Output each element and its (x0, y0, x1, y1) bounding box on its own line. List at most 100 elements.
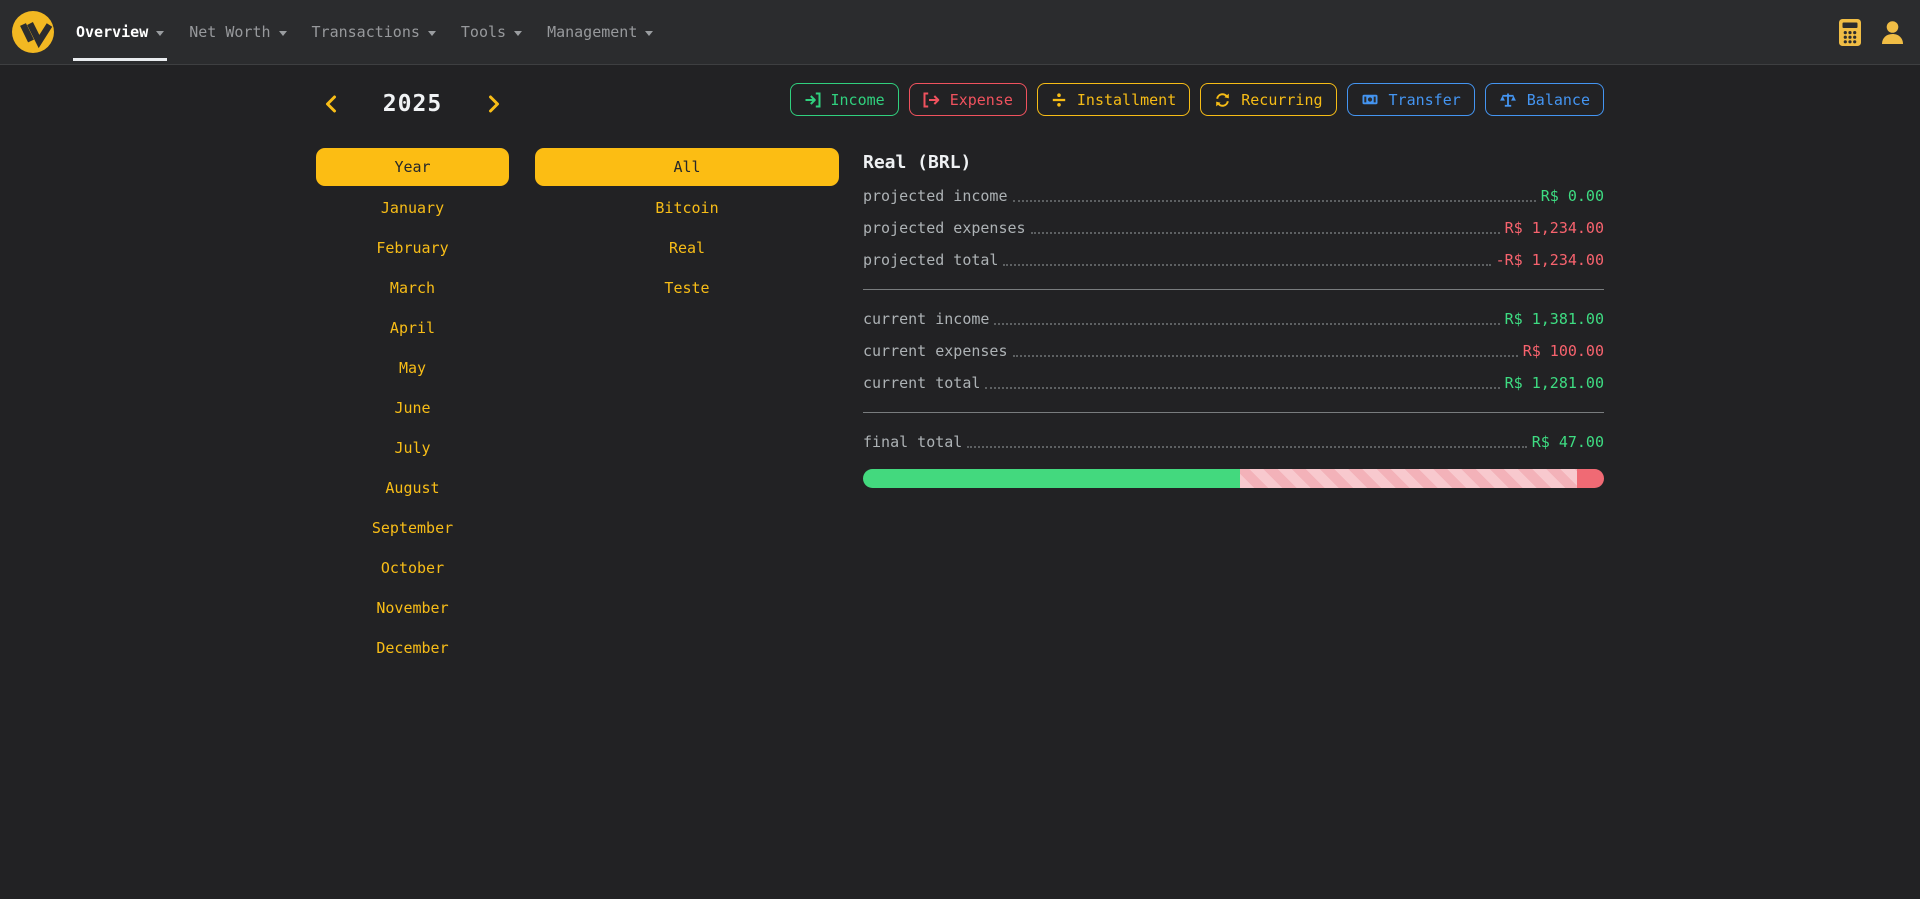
nav-item-label: Management (547, 23, 637, 41)
all-accounts-button[interactable]: All (535, 148, 839, 186)
nav-item-label: Overview (76, 23, 148, 41)
month-link-april[interactable]: April (316, 308, 509, 348)
nav-item-label: Transactions (312, 23, 420, 41)
month-link-september[interactable]: September (316, 508, 509, 548)
year-filter-button[interactable]: Year (316, 148, 509, 186)
row-value: R$ 0.00 (1541, 187, 1604, 205)
nav-item-transactions[interactable]: Transactions (309, 0, 439, 65)
dotted-leader (1003, 264, 1490, 266)
nav-item-label: Net Worth (189, 23, 270, 41)
dotted-leader (985, 387, 1499, 389)
progress-current-expenses-segment (1577, 469, 1604, 488)
income-button[interactable]: Income (790, 83, 899, 116)
month-list: January February March April May June Ju… (316, 188, 509, 668)
chevron-down-icon (156, 31, 164, 36)
month-link-november[interactable]: November (316, 588, 509, 628)
scale-icon (1499, 91, 1517, 108)
divider (863, 289, 1604, 290)
chevron-down-icon (279, 31, 287, 36)
expense-button[interactable]: Expense (909, 83, 1027, 116)
progress-income-segment (863, 469, 1240, 488)
transaction-actions: Income Expense Installment (863, 83, 1604, 116)
summary-row-current-income: current income R$ 1,381.00 (863, 303, 1604, 335)
nav-item-management[interactable]: Management (544, 0, 656, 65)
button-label: Recurring (1241, 91, 1322, 109)
month-link-february[interactable]: February (316, 228, 509, 268)
summary-rows: projected income R$ 0.00 projected expen… (863, 180, 1604, 458)
row-value: R$ 1,381.00 (1505, 310, 1604, 328)
month-link-june[interactable]: June (316, 388, 509, 428)
year-label: 2025 (383, 91, 442, 117)
money-transfer-icon (1361, 92, 1379, 107)
account-link-teste[interactable]: Teste (535, 268, 839, 308)
next-year-button[interactable] (486, 93, 503, 115)
app-logo[interactable] (12, 11, 54, 53)
account-filter-column: All Bitcoin Real Teste (535, 148, 839, 668)
month-link-may[interactable]: May (316, 348, 509, 388)
progress-projected-expenses-segment (1240, 469, 1576, 488)
row-label: projected expenses (863, 219, 1026, 237)
button-label: Balance (1527, 91, 1590, 109)
row-value: R$ 1,281.00 (1505, 374, 1604, 392)
button-label: Income (831, 91, 885, 109)
summary-title: Real (BRL) (863, 152, 1604, 173)
summary-row-projected-expenses: projected expenses R$ 1,234.00 (863, 212, 1604, 244)
summary-row-projected-total: projected total -R$ 1,234.00 (863, 244, 1604, 276)
balance-button[interactable]: Balance (1485, 83, 1604, 116)
account-link-real[interactable]: Real (535, 228, 839, 268)
filter-columns: Year January February March April May Ju… (316, 148, 839, 668)
dotted-leader (994, 323, 1499, 325)
divide-icon (1051, 92, 1067, 108)
chevron-down-icon (428, 31, 436, 36)
account-list: Bitcoin Real Teste (535, 188, 839, 308)
prev-year-button[interactable] (322, 93, 339, 115)
month-link-january[interactable]: January (316, 188, 509, 228)
installment-button[interactable]: Installment (1037, 83, 1190, 116)
repeat-icon (1214, 92, 1231, 108)
progress-bar (863, 469, 1604, 488)
month-link-july[interactable]: July (316, 428, 509, 468)
summary-row-current-total: current total R$ 1,281.00 (863, 367, 1604, 399)
row-label: current income (863, 310, 989, 328)
month-link-march[interactable]: March (316, 268, 509, 308)
chevron-down-icon (514, 31, 522, 36)
button-label: Installment (1077, 91, 1176, 109)
summary-row-final-total: final total R$ 47.00 (863, 426, 1604, 458)
dotted-leader (967, 446, 1526, 448)
month-link-october[interactable]: October (316, 548, 509, 588)
main-nav: Overview Net Worth Transactions Tools Ma… (73, 0, 656, 65)
row-value: R$ 100.00 (1523, 342, 1604, 360)
nav-item-overview[interactable]: Overview (73, 0, 167, 65)
period-panel: 2025 Year January February March April M… (316, 88, 839, 668)
nav-item-net-worth[interactable]: Net Worth (186, 0, 289, 65)
chevron-down-icon (645, 31, 653, 36)
transfer-button[interactable]: Transfer (1347, 83, 1475, 116)
row-label: projected total (863, 251, 998, 269)
row-value: R$ 1,234.00 (1505, 219, 1604, 237)
dotted-leader (1013, 355, 1518, 357)
dotted-leader (1013, 200, 1536, 202)
nav-item-tools[interactable]: Tools (458, 0, 525, 65)
row-value: -R$ 1,234.00 (1496, 251, 1604, 269)
recurring-button[interactable]: Recurring (1200, 83, 1336, 116)
year-navigation: 2025 (316, 88, 509, 120)
month-link-august[interactable]: August (316, 468, 509, 508)
navbar-right (1838, 18, 1906, 47)
row-label: final total (863, 433, 962, 451)
summary-panel: Income Expense Installment (863, 83, 1604, 488)
account-link-bitcoin[interactable]: Bitcoin (535, 188, 839, 228)
main-content: 2025 Year January February March April M… (0, 65, 1920, 899)
user-icon[interactable] (1879, 19, 1906, 46)
month-link-december[interactable]: December (316, 628, 509, 668)
row-label: current total (863, 374, 980, 392)
divider (863, 412, 1604, 413)
button-label: Expense (950, 91, 1013, 109)
chevron-right-icon (488, 95, 501, 113)
row-value: R$ 47.00 (1532, 433, 1604, 451)
row-label: current expenses (863, 342, 1008, 360)
button-label: Transfer (1389, 91, 1461, 109)
navbar: Overview Net Worth Transactions Tools Ma… (0, 0, 1920, 65)
nav-item-label: Tools (461, 23, 506, 41)
dotted-leader (1031, 232, 1500, 234)
calculator-icon[interactable] (1838, 18, 1862, 47)
